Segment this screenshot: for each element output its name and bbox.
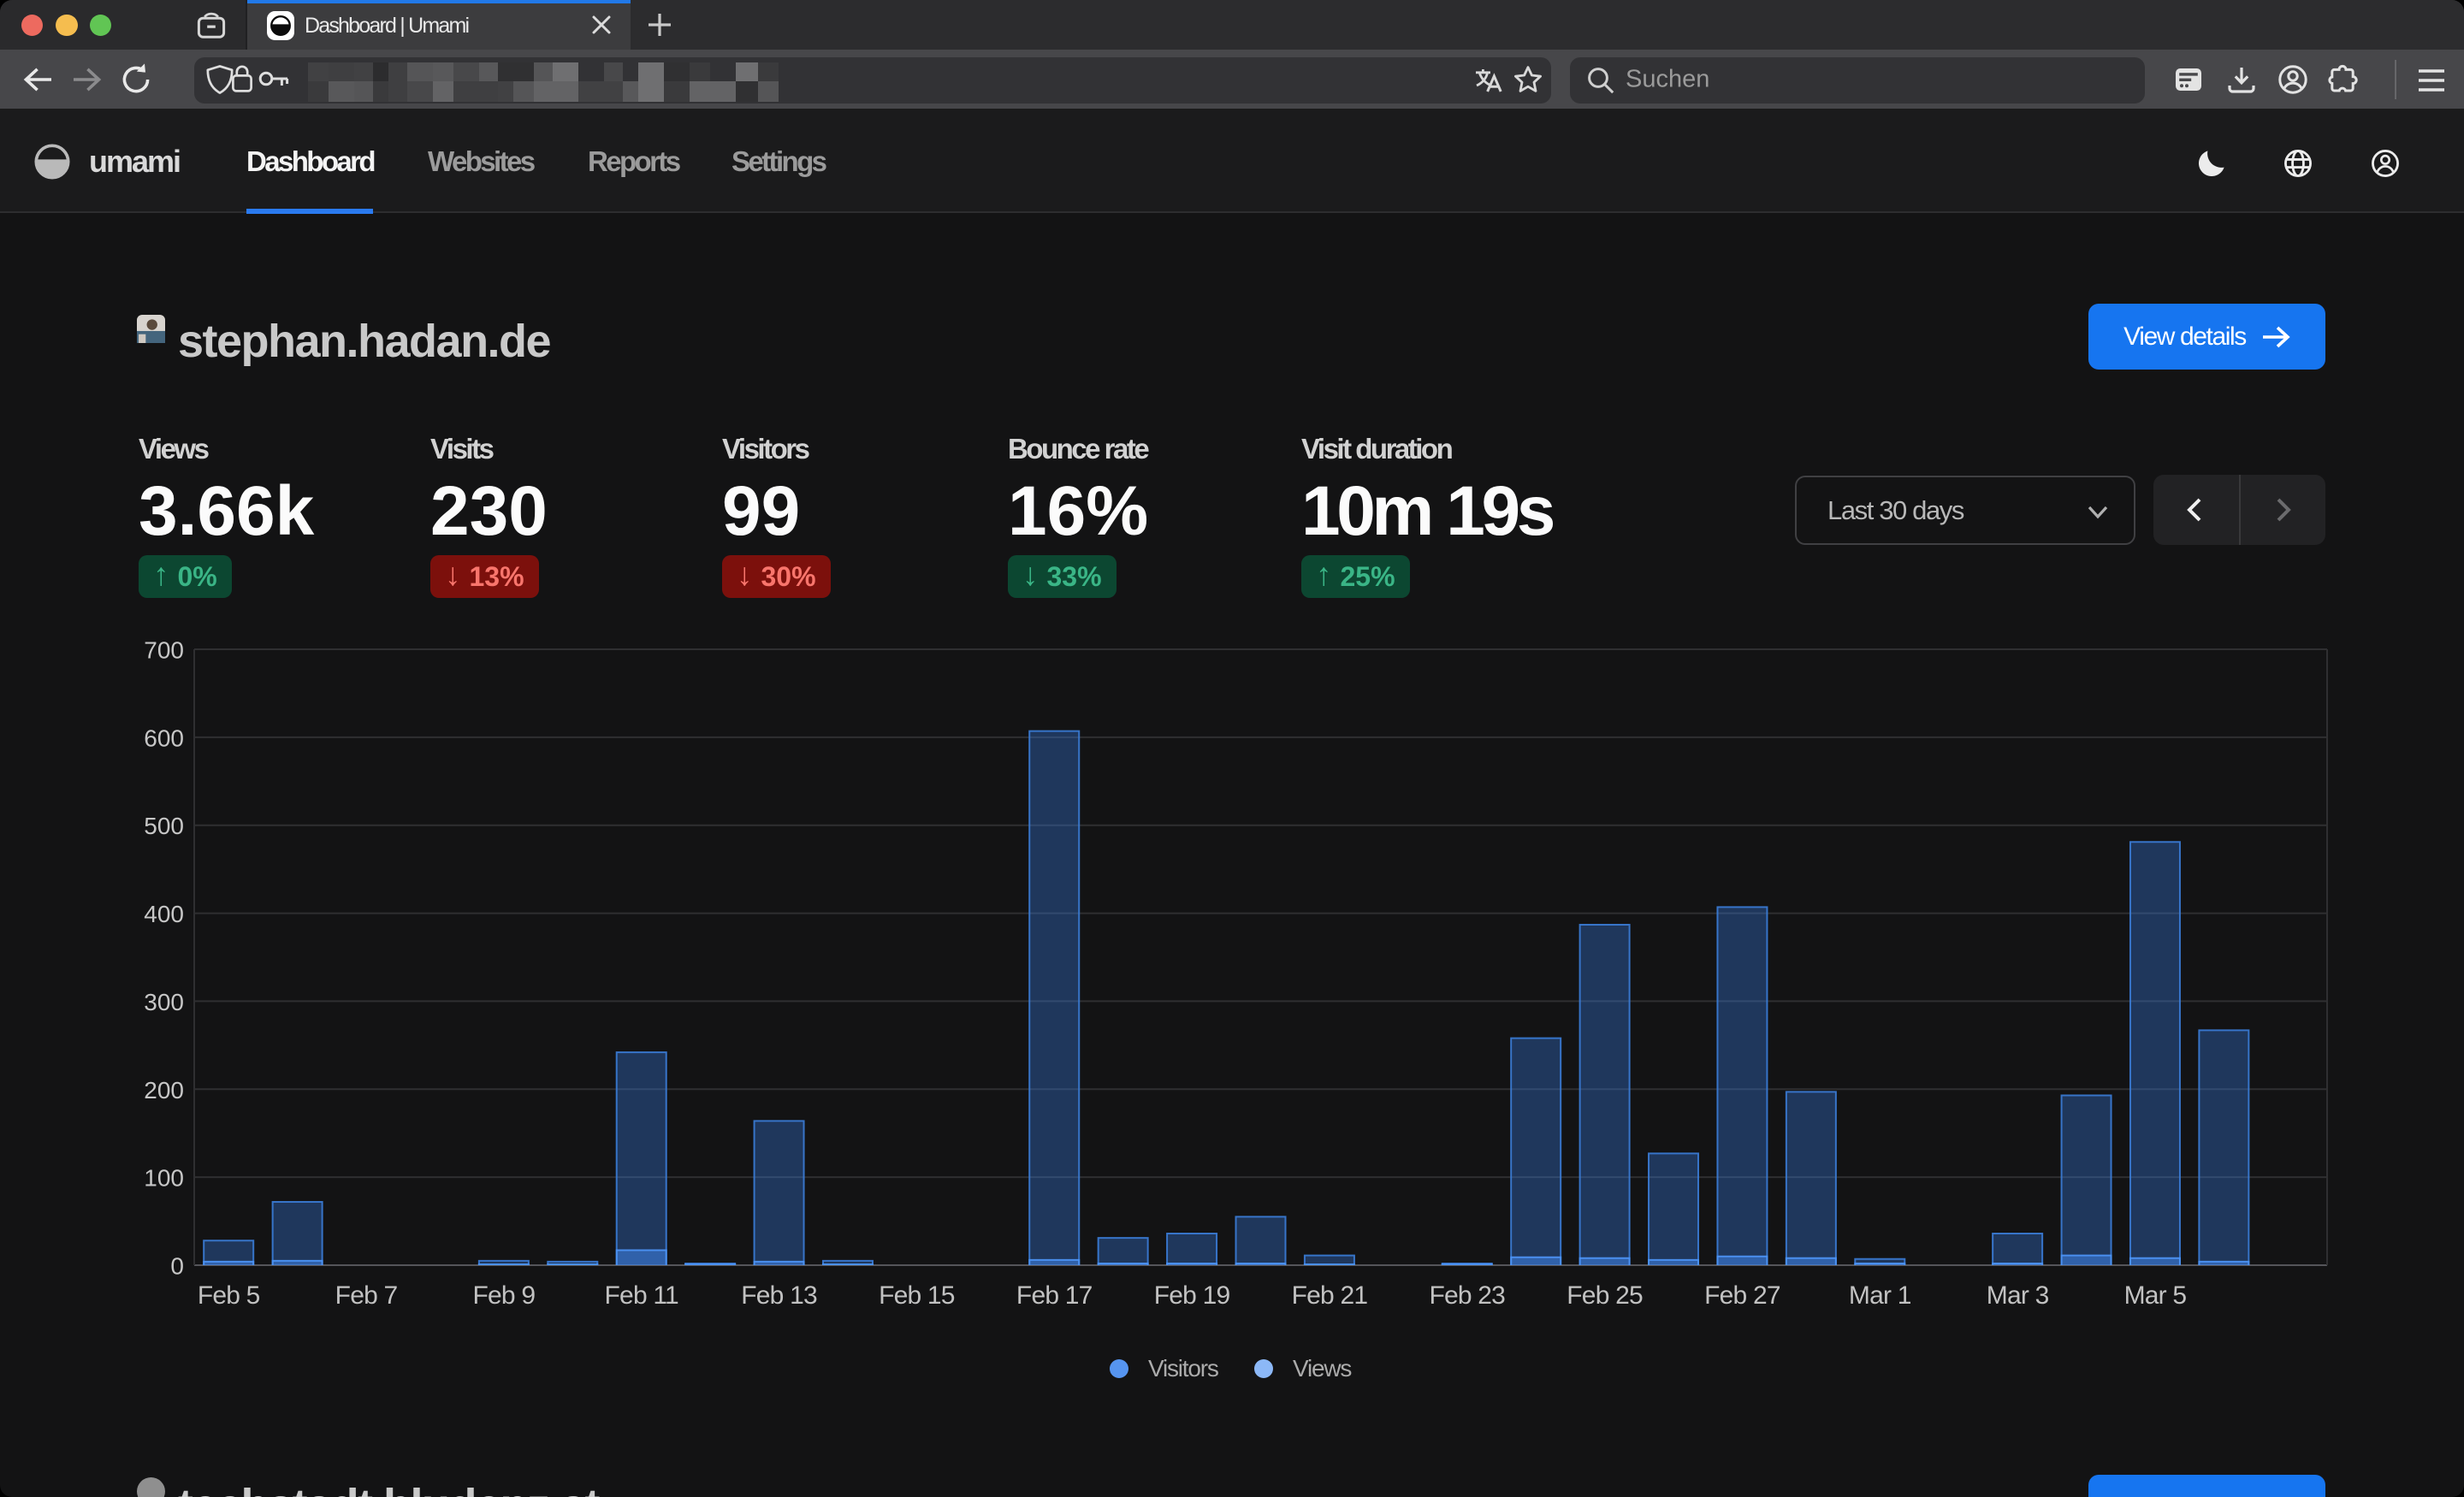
svg-text:Mar 5: Mar 5 bbox=[2124, 1281, 2187, 1310]
svg-text:Feb 5: Feb 5 bbox=[198, 1281, 260, 1310]
svg-text:300: 300 bbox=[144, 989, 184, 1015]
svg-text:Feb 27: Feb 27 bbox=[1704, 1281, 1780, 1310]
svg-text:Feb 15: Feb 15 bbox=[879, 1281, 955, 1310]
svg-text:Feb 19: Feb 19 bbox=[1154, 1281, 1230, 1310]
svg-text:Feb 7: Feb 7 bbox=[335, 1281, 398, 1310]
svg-text:Mar 3: Mar 3 bbox=[1987, 1281, 2049, 1310]
svg-text:Feb 23: Feb 23 bbox=[1429, 1281, 1505, 1310]
svg-text:500: 500 bbox=[144, 813, 184, 839]
svg-text:Feb 25: Feb 25 bbox=[1567, 1281, 1643, 1310]
svg-text:400: 400 bbox=[144, 901, 184, 927]
svg-text:Feb 11: Feb 11 bbox=[605, 1281, 678, 1310]
svg-text:Feb 17: Feb 17 bbox=[1016, 1281, 1093, 1310]
svg-text:Mar 1: Mar 1 bbox=[1849, 1281, 1911, 1310]
svg-text:Feb 9: Feb 9 bbox=[473, 1281, 536, 1310]
svg-text:Feb 21: Feb 21 bbox=[1292, 1281, 1368, 1310]
svg-text:200: 200 bbox=[144, 1077, 184, 1104]
svg-text:700: 700 bbox=[144, 637, 184, 664]
svg-text:100: 100 bbox=[144, 1165, 184, 1192]
svg-text:600: 600 bbox=[144, 725, 184, 751]
svg-text:0: 0 bbox=[170, 1253, 184, 1280]
svg-text:Feb 13: Feb 13 bbox=[741, 1281, 817, 1310]
